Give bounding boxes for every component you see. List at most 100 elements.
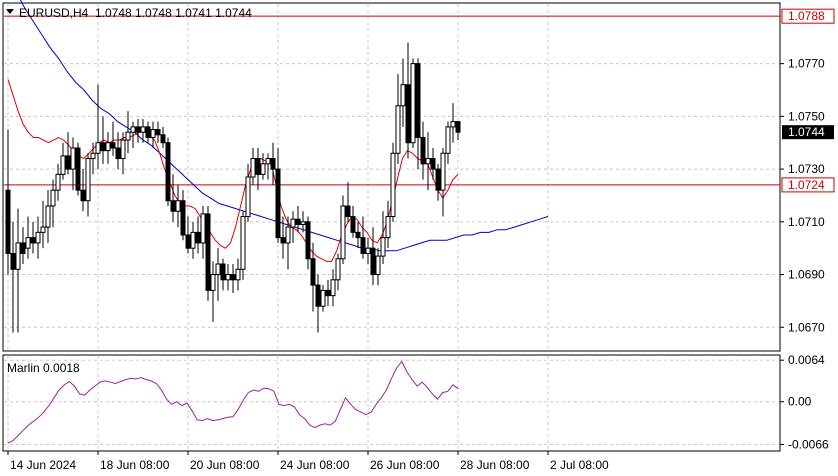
candle-body — [415, 63, 421, 138]
time-tick-label: 18 Jun 08:00 — [100, 458, 170, 472]
candle-body — [225, 274, 231, 281]
chart-header[interactable]: EURUSD,H4 1.0748 1.0748 1.0741 1.0744 — [6, 6, 252, 20]
candle-body — [260, 163, 266, 175]
candle-body — [245, 176, 251, 218]
price-tick-label: 1.0690 — [788, 268, 825, 282]
candle-body — [65, 155, 71, 170]
candle-body — [250, 158, 256, 178]
candle-body — [410, 63, 416, 144]
ohlc-values: 1.0748 1.0748 1.0741 1.0744 — [95, 6, 252, 20]
oscillator-title: Marlin 0.0018 — [7, 361, 80, 375]
candle-body — [425, 158, 431, 165]
price-tick-label: 1.0710 — [788, 215, 825, 229]
candle-body — [420, 136, 426, 165]
candle-body — [55, 173, 61, 191]
candle-body — [330, 279, 336, 297]
candle-body — [95, 142, 101, 154]
candle-body — [240, 216, 246, 270]
candle-body — [375, 255, 381, 276]
symbol-timeframe: EURUSD,H4 — [19, 6, 89, 20]
candle-body — [365, 247, 371, 254]
time-axis[interactable]: 14 Jun 2024 18 Jun 08:00 20 Jun 08:00 24 Ju… — [7, 451, 609, 472]
candle — [410, 58, 416, 148]
candle-body — [220, 263, 226, 281]
candle-body — [320, 289, 326, 307]
candle-body — [45, 205, 51, 228]
candle-body — [390, 152, 396, 218]
candle-body — [285, 226, 291, 244]
candle-body — [100, 142, 106, 152]
candle-body — [215, 263, 221, 276]
candle-body — [380, 237, 386, 257]
candle — [75, 142, 81, 196]
price-axis[interactable]: 1.0770 1.0750 1.0730 1.0710 1.0690 1.0670 1.07… — [780, 8, 835, 334]
level-price-label: 1.0724 — [788, 178, 825, 192]
osc-tick-label: 0.0064 — [788, 353, 825, 367]
oscillator-pane-frame — [2, 354, 781, 452]
candle-body — [370, 247, 376, 276]
time-tick-label: 20 Jun 08:00 — [190, 458, 260, 472]
candle-body — [290, 218, 296, 228]
candle-body — [445, 126, 451, 154]
price-tick-label: 1.0670 — [788, 320, 825, 334]
candle-body — [30, 237, 36, 244]
candle-body — [360, 237, 366, 254]
candle-body — [5, 189, 11, 254]
candle-body — [195, 231, 201, 244]
candle-body — [315, 284, 321, 307]
candle-body — [265, 158, 271, 165]
candle-body — [160, 134, 166, 144]
candle-body — [135, 126, 141, 133]
chart-root: EURUSD,H4 1.0748 1.0748 1.0741 1.0744 1.… — [2, 0, 835, 472]
candle-body — [325, 289, 331, 297]
candle-body — [85, 158, 91, 202]
candle-body — [175, 200, 181, 212]
candle-body — [150, 129, 156, 138]
candle-body — [455, 121, 461, 133]
time-tick-label: 24 Jun 08:00 — [280, 458, 350, 472]
price-tick-label: 1.0770 — [788, 57, 825, 71]
candle-body — [210, 274, 216, 291]
time-tick-label: 2 Jul 08:00 — [550, 458, 609, 472]
candle-body — [300, 221, 306, 225]
candle-body — [15, 242, 21, 270]
candle-body — [430, 158, 436, 170]
candle-body — [50, 189, 56, 207]
candle-body — [275, 168, 281, 239]
candle-body — [80, 189, 86, 202]
candle — [240, 211, 246, 280]
candle-body — [10, 252, 16, 270]
candle — [165, 137, 171, 206]
candle-body — [345, 205, 351, 218]
candle-body — [155, 129, 161, 136]
candle-body — [295, 218, 301, 225]
candle-body — [190, 231, 196, 249]
candle-body — [440, 152, 446, 191]
candle — [390, 142, 396, 222]
level-price-label: 1.0788 — [788, 9, 825, 23]
candle-body — [180, 200, 186, 236]
candle-body — [115, 147, 121, 160]
candle-body — [280, 237, 286, 244]
candle-body — [385, 216, 391, 239]
oscillator-axis[interactable]: 0.0064 0.00 -0.0066 — [780, 353, 829, 452]
candle-body — [270, 158, 276, 170]
time-tick-label: 14 Jun 2024 — [10, 458, 76, 472]
time-tick-label: 26 Jun 08:00 — [370, 458, 440, 472]
candle-body — [35, 231, 41, 244]
candle-body — [310, 258, 316, 286]
candle-body — [170, 200, 176, 212]
oscillator-pane[interactable]: Marlin 0.0018 — [2, 354, 781, 452]
candle — [340, 195, 346, 264]
candle-body — [230, 274, 236, 281]
price-tick-label: 1.0730 — [788, 162, 825, 176]
candle-body — [75, 147, 81, 191]
candle-body — [350, 216, 356, 233]
candle-body — [235, 268, 241, 281]
candle-body — [405, 84, 411, 144]
price-pane[interactable]: EURUSD,H4 1.0748 1.0748 1.0741 1.0744 — [2, 0, 781, 352]
candle-body — [165, 142, 171, 202]
candle-body — [40, 226, 46, 233]
osc-tick-label: -0.0066 — [788, 438, 829, 452]
candle-body — [450, 121, 456, 128]
